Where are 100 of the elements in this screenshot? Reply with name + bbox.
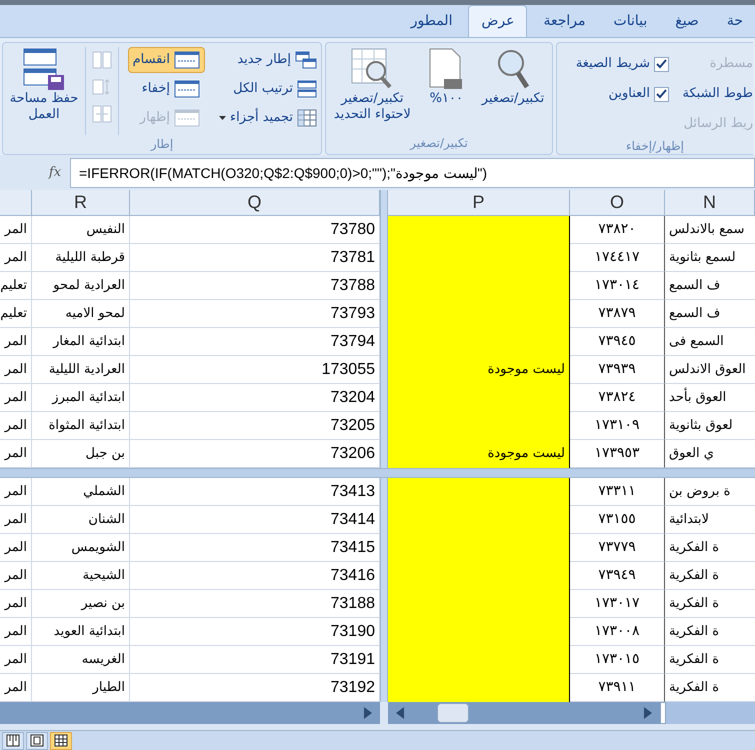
- window-option-button[interactable]: إخفاء: [136, 76, 205, 102]
- save-workspace-button[interactable]: حفظ مساحة العمل: [3, 47, 85, 124]
- window-arrange-button[interactable]: إطار جديد: [237, 47, 317, 73]
- table-cell: 173055: [130, 356, 380, 384]
- check-icon: [656, 89, 667, 99]
- table-cell: العوق بأحد: [665, 384, 755, 412]
- table-cell: ة الفكرية: [665, 646, 755, 674]
- page-break-view-button[interactable]: [2, 732, 24, 750]
- table-cell: 73190: [130, 618, 380, 646]
- function-icon: fx: [40, 158, 70, 188]
- ribbon-tab[interactable]: عرض: [468, 5, 528, 37]
- table-cell: 73188: [130, 590, 380, 618]
- scrollbar[interactable]: [0, 702, 380, 724]
- table-cell: قرطبة الليلية: [32, 244, 130, 272]
- column-header[interactable]: Q: [130, 190, 380, 216]
- group-label: إظهار/إخفاء: [624, 138, 686, 155]
- column-header[interactable]: P: [388, 190, 570, 216]
- table-cell-text: ليست موجودة: [488, 445, 565, 464]
- table-cell: المر: [0, 674, 32, 702]
- reset-position-icon: [92, 105, 112, 123]
- column-header[interactable]: R: [32, 190, 130, 216]
- column-header[interactable]: N: [665, 190, 755, 216]
- table-cell: الشملي: [32, 478, 130, 506]
- table-cell: 73788: [130, 272, 380, 300]
- table-cell: ة الفكرية: [665, 618, 755, 646]
- table-cell: ١٧٣٠١٤: [570, 272, 665, 300]
- window-icon: [174, 80, 200, 98]
- table-cell: 73204: [130, 384, 380, 412]
- table-cell: الطيار: [32, 674, 130, 702]
- table-cell: تعليم: [0, 272, 32, 300]
- group-label: تكبير/تصغير: [408, 135, 469, 152]
- window-arrange-button[interactable]: تجميد أجزاء: [219, 105, 317, 131]
- normal-view-button[interactable]: [50, 732, 72, 750]
- check-icon: [656, 59, 667, 69]
- ribbon-tab[interactable]: حة: [714, 5, 755, 37]
- caret-icon: [219, 116, 226, 120]
- table-cell: ٧٣٨٧٩: [570, 300, 665, 328]
- table-cell: 73781: [130, 244, 380, 272]
- scrollbar[interactable]: [388, 702, 660, 724]
- formula-field[interactable]: =IFERROR(IF(MATCH(O320;Q$2:Q$900;0)>0;"");"ليست موجودة"): [70, 158, 755, 188]
- table-cell-text: ليست موجودة: [488, 361, 565, 380]
- checkbox[interactable]: [654, 56, 669, 72]
- table-cell: ابتدائية المثواة: [32, 412, 130, 440]
- table-cell: ٧٣٩٤٩: [570, 562, 665, 590]
- stacked-windows-icon: [297, 80, 317, 98]
- column-header[interactable]: O: [570, 190, 665, 216]
- table-cell: ١٧٣٠٠٨: [570, 618, 665, 646]
- page-layout-view-button[interactable]: [26, 732, 48, 750]
- ribbon-tab[interactable]: صيغ: [663, 5, 711, 37]
- table-cell: ٧٣٩٤٥: [570, 328, 665, 356]
- table-cell: ٧٣٨٢٤: [570, 384, 665, 412]
- table-cell: المر: [0, 412, 32, 440]
- table-cell: المر: [0, 618, 32, 646]
- zoom-button[interactable]: تكبير/تصغير لاحتواء التحديد: [334, 47, 411, 124]
- table-cell: ة الفكرية: [665, 562, 755, 590]
- table-cell: المر: [0, 478, 32, 506]
- table-cell: العوق الاندلس: [665, 356, 755, 384]
- scrollbar-thumb[interactable]: [436, 703, 469, 723]
- table-cell: ابتدائية المبرز: [32, 384, 130, 412]
- table-cell: المر: [0, 328, 32, 356]
- ribbon-tab[interactable]: بيانات: [602, 5, 660, 37]
- ribbon-tab[interactable]: المطور: [398, 5, 464, 37]
- table-cell: الشيحية: [32, 562, 130, 590]
- option-label: مسطرة: [710, 55, 753, 74]
- tab-splitter[interactable]: [660, 702, 666, 724]
- checkbox[interactable]: [654, 86, 669, 102]
- checkbox-label: شريط الصيغة: [576, 55, 650, 74]
- table-cell: بن جبل: [32, 440, 130, 468]
- table-cell: 73794: [130, 328, 380, 356]
- window-option-button[interactable]: انقسام: [128, 47, 205, 73]
- table-cell: الشنان: [32, 506, 130, 534]
- table-cell: المر: [0, 244, 32, 272]
- table-cell: ١٧٤٤١٧: [570, 244, 665, 272]
- table-cell: 73415: [130, 534, 380, 562]
- table-cell: 73793: [130, 300, 380, 328]
- grid-icon: [297, 109, 317, 127]
- table-cell: ة بروض بن: [665, 478, 755, 506]
- table-cell: لمحو الاميه: [32, 300, 130, 328]
- table-cell: 73416: [130, 562, 380, 590]
- column-header[interactable]: [0, 190, 32, 216]
- window-icon: [174, 109, 200, 127]
- horizontal-split-bar[interactable]: [0, 468, 755, 478]
- table-cell: المر: [0, 590, 32, 618]
- window-arrange-button[interactable]: ترتيب الكل: [233, 76, 317, 102]
- vertical-split-bar[interactable]: [380, 216, 388, 468]
- zoom-button[interactable]: تكبير/تصغير: [482, 47, 544, 108]
- ribbon-tab[interactable]: مراجعة: [531, 5, 598, 37]
- left-arrow-icon: [396, 707, 404, 719]
- table-cell: المر: [0, 534, 32, 562]
- zoom-button[interactable]: ١٠٠%: [426, 47, 466, 108]
- table-cell: ٧٣٣١١: [570, 478, 665, 506]
- sync-scroll-icon: [92, 78, 112, 96]
- vertical-split-bar[interactable]: [380, 190, 388, 216]
- table-cell: العرادية لمحو: [32, 272, 130, 300]
- table-cell: 73414: [130, 506, 380, 534]
- table-cell: ابتدائية المغار: [32, 328, 130, 356]
- table-cell: ة الفكرية: [665, 534, 755, 562]
- table-cell: ف السمع: [665, 300, 755, 328]
- vertical-split-bar[interactable]: [380, 478, 388, 702]
- table-cell: المر: [0, 384, 32, 412]
